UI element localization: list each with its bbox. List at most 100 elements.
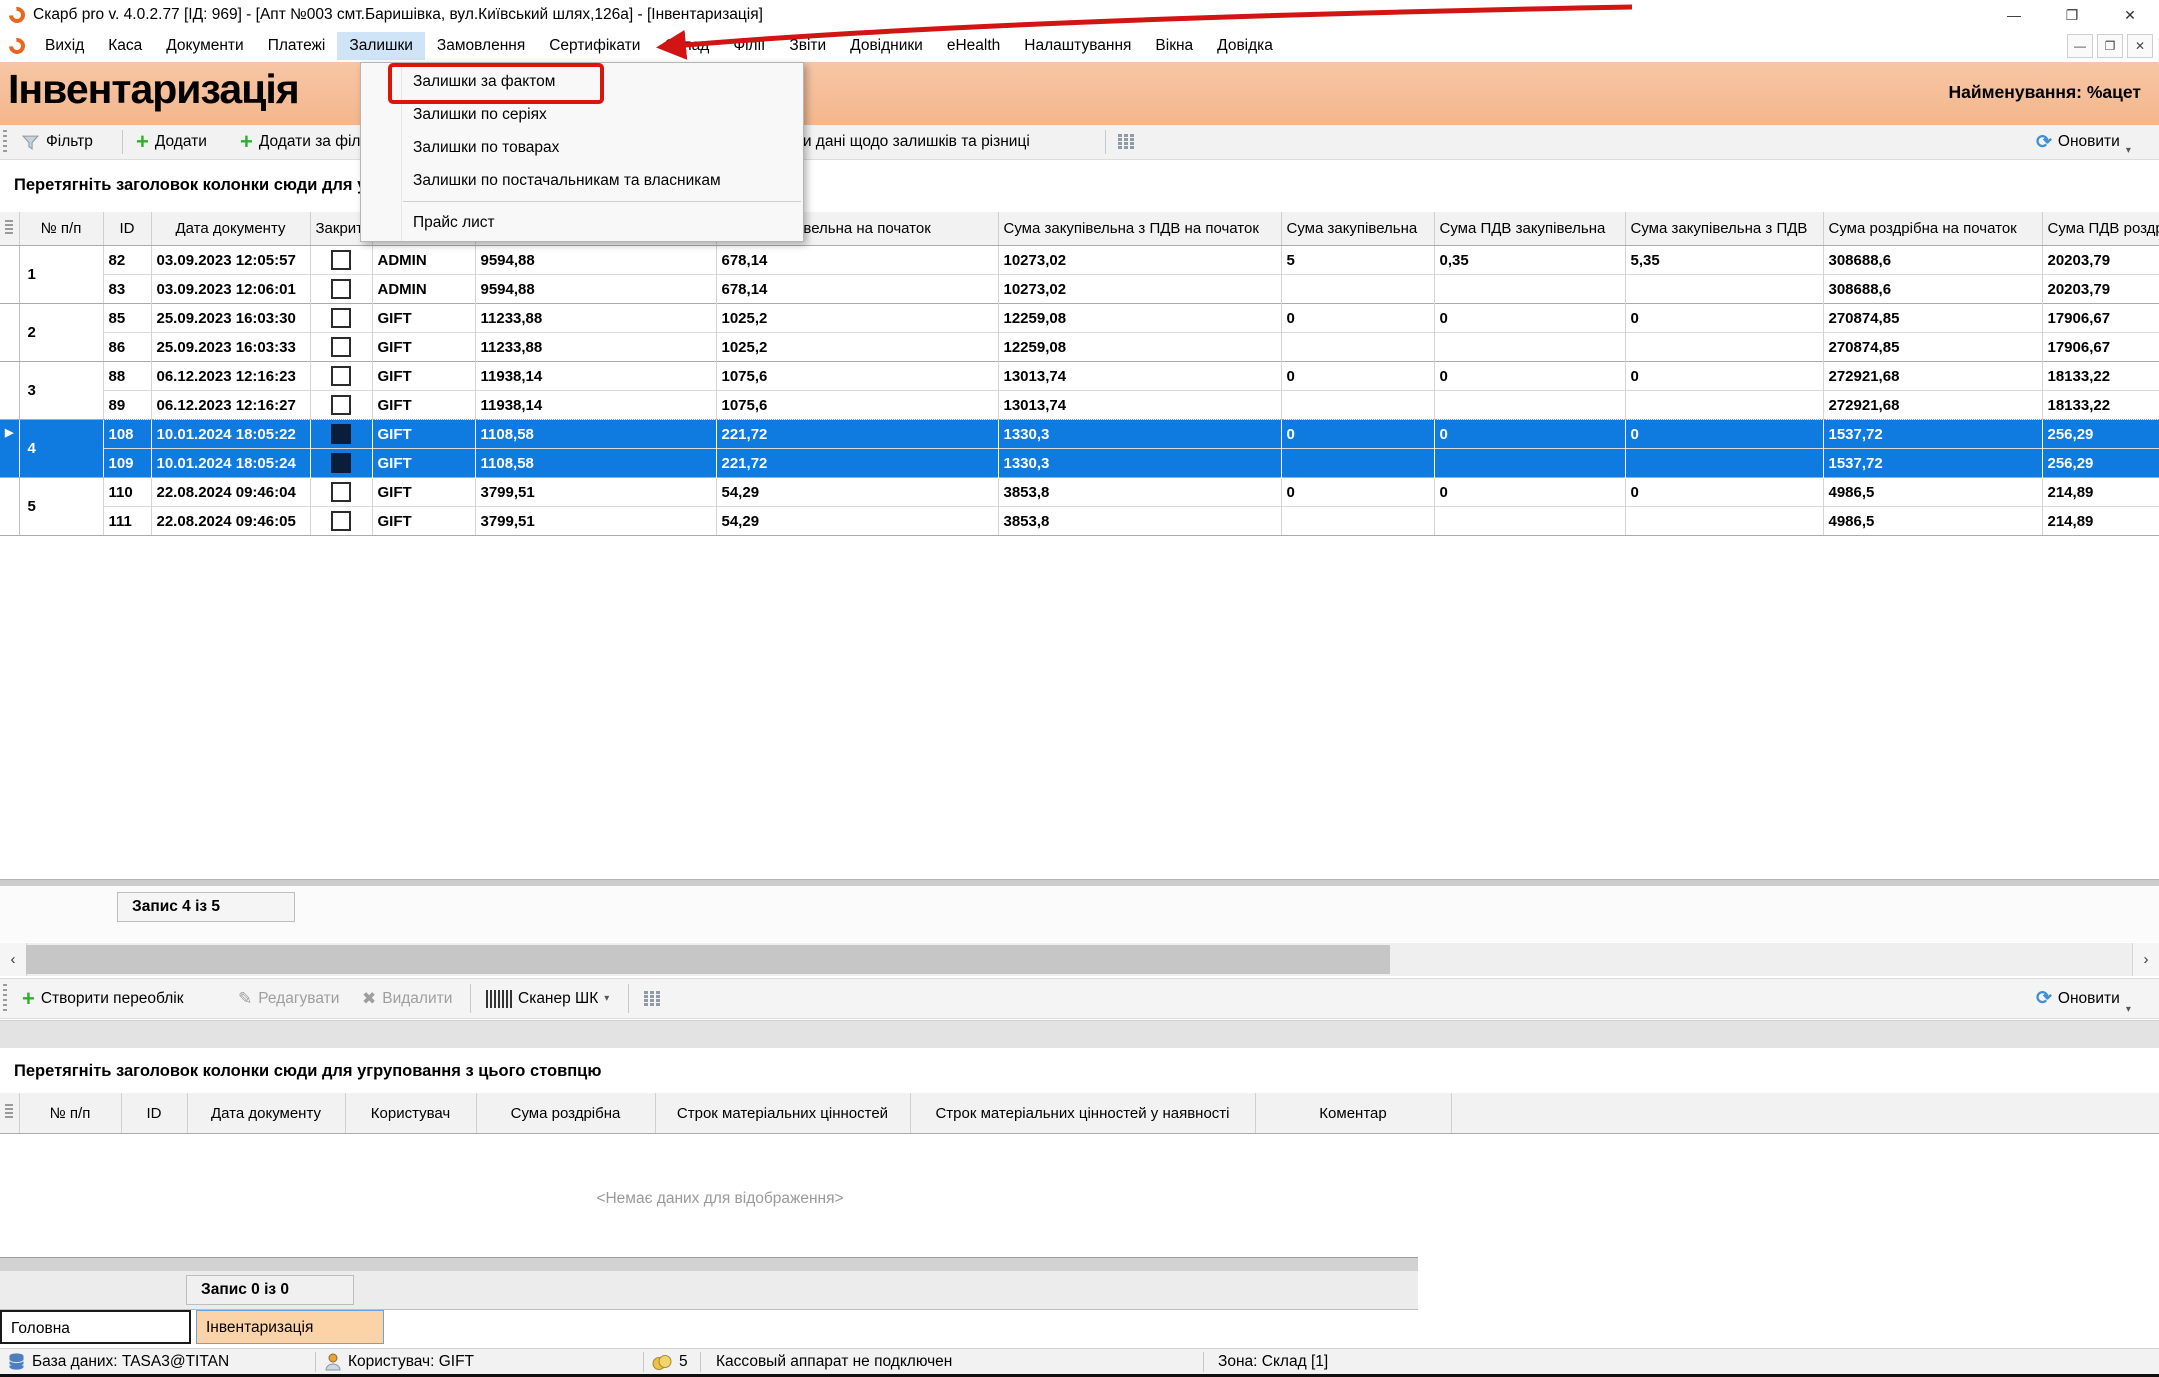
cell-value-8: 256,29 [2042, 449, 2159, 478]
column-header-8[interactable]: Сума закупівельна з ПДВ на початок [998, 212, 1281, 246]
table-row[interactable]: 11122.08.2024 09:46:05GIFT3799,5154,2938… [0, 507, 2159, 536]
cell-value-2: 678,14 [716, 275, 998, 304]
group-number-cell: 1 [19, 246, 103, 304]
close-checkbox[interactable] [331, 453, 351, 473]
refresh-button-bottom[interactable]: ⟳ Оновити ▾ [2036, 979, 2131, 1018]
close-checkbox[interactable] [331, 424, 351, 444]
menu-item-15[interactable]: Довідка [1205, 32, 1285, 60]
close-checkbox[interactable] [331, 511, 351, 531]
column-header-2[interactable]: ID [121, 1093, 187, 1134]
column-header-1[interactable]: № п/п [19, 1093, 121, 1134]
scrollbar-thumb[interactable] [26, 945, 1390, 974]
column-header-10[interactable]: Сума ПДВ закупівельна [1434, 212, 1625, 246]
column-header-indicator[interactable] [0, 212, 19, 246]
menu-item-12[interactable]: eHealth [935, 32, 1012, 60]
column-header-8[interactable]: Коментар [1255, 1093, 1451, 1134]
menu-item-6[interactable]: Замовлення [425, 32, 537, 60]
column-header-11[interactable]: Сума закупівельна з ПДВ [1625, 212, 1823, 246]
chevron-down-icon[interactable]: ▾ [604, 993, 609, 1004]
column-header-6[interactable]: Строк матеріальних цінностей [655, 1093, 910, 1134]
edit-button[interactable]: ✎ Редагувати [238, 979, 339, 1018]
cell-value-1: 1108,58 [475, 449, 716, 478]
inventory-table[interactable]: № п/пIDДата документуЗакритиСума закупів… [0, 212, 2159, 536]
barcode-scanner-button[interactable]: Сканер ШК ▾ [486, 979, 609, 1018]
cell-value-4: 0 [1281, 420, 1434, 449]
close-checkbox[interactable] [331, 250, 351, 270]
menu-item-14[interactable]: Вікна [1143, 32, 1205, 60]
horizontal-scrollbar-bottom[interactable] [0, 1257, 1418, 1272]
plus-icon: + [22, 989, 35, 1009]
table-row[interactable]: 28525.09.2023 16:03:30GIFT11233,881025,2… [0, 304, 2159, 333]
menu-item-11[interactable]: Довідники [838, 32, 935, 60]
table-row[interactable]: 8303.09.2023 12:06:01ADMIN9594,88678,141… [0, 275, 2159, 304]
column-header-2[interactable]: ID [103, 212, 151, 246]
column-header-9[interactable]: Сума закупівельна [1281, 212, 1434, 246]
chevron-down-icon[interactable]: ▾ [2126, 145, 2131, 156]
filter-button[interactable]: Фільтр [22, 125, 93, 159]
column-header-5[interactable]: Сума роздрібна [476, 1093, 655, 1134]
close-checkbox[interactable] [331, 395, 351, 415]
mdi-close-button[interactable]: ✕ [2127, 34, 2153, 58]
column-header-3[interactable]: Дата документу [151, 212, 310, 246]
table-row[interactable]: 8625.09.2023 16:03:33GIFT11233,881025,21… [0, 333, 2159, 362]
mdi-minimize-button[interactable]: — [2067, 34, 2093, 58]
cell-value-5 [1434, 449, 1625, 478]
minimize-button[interactable]: — [1985, 0, 2043, 30]
table-row[interactable]: 8906.12.2023 12:16:27GIFT11938,141075,61… [0, 391, 2159, 420]
table-row[interactable]: 511022.08.2024 09:46:04GIFT3799,5154,293… [0, 478, 2159, 507]
column-header-7[interactable]: Строк матеріальних цінностей у наявності [910, 1093, 1255, 1134]
menu-item-5[interactable]: Залишки [337, 32, 425, 60]
close-checkbox[interactable] [331, 279, 351, 299]
maximize-button[interactable]: ❐ [2043, 0, 2101, 30]
cell-value-6: 0 [1625, 362, 1823, 391]
column-header-13[interactable]: Сума ПДВ роздрібна [2042, 212, 2159, 246]
menu-item-4[interactable]: Платежі [256, 32, 338, 60]
dropdown-item-1[interactable]: Залишки за фактом [361, 65, 803, 98]
create-recount-button[interactable]: + Створити переоблік [22, 979, 184, 1018]
close-button[interactable]: ✕ [2101, 0, 2159, 30]
scroll-left-button[interactable]: ‹ [0, 943, 27, 976]
refresh-button-top[interactable]: ⟳ Оновити ▾ [2036, 125, 2131, 159]
delete-x-icon: ✖ [362, 989, 376, 1009]
recount-table[interactable]: № п/пIDДата документуКористувачСума розд… [0, 1093, 2159, 1134]
menu-item-10[interactable]: Звіти [777, 32, 838, 60]
close-checkbox[interactable] [331, 366, 351, 386]
cell-value-7: 4986,5 [1823, 478, 2042, 507]
table-row[interactable]: 38806.12.2023 12:16:23GIFT11938,141075,6… [0, 362, 2159, 391]
table-row[interactable]: 10910.01.2024 18:05:24GIFT1108,58221,721… [0, 449, 2159, 478]
tab-inventory[interactable]: Інвентаризація [196, 1310, 384, 1344]
column-chooser-button[interactable] [1118, 125, 1134, 159]
dropdown-item-5[interactable]: Прайс лист [361, 206, 803, 239]
close-checkbox[interactable] [331, 308, 351, 328]
cell-value-5 [1434, 333, 1625, 362]
mdi-restore-button[interactable]: ❐ [2097, 34, 2123, 58]
tab-home[interactable]: Головна [0, 1310, 191, 1344]
menu-item-8[interactable]: Склад [652, 32, 721, 60]
menu-item-9[interactable]: Філії [721, 32, 777, 60]
scroll-right-button[interactable]: › [2132, 943, 2159, 976]
menu-item-3[interactable]: Документи [154, 32, 255, 60]
funnel-icon [22, 134, 39, 151]
cell-user: GIFT [372, 391, 475, 420]
column-header-1[interactable]: № п/п [19, 212, 103, 246]
chevron-down-icon[interactable]: ▾ [2126, 1004, 2131, 1015]
delete-button[interactable]: ✖ Видалити [362, 979, 452, 1018]
table-row[interactable]: ▶410810.01.2024 18:05:22GIFT1108,58221,7… [0, 420, 2159, 449]
add-button[interactable]: + Додати [136, 125, 207, 159]
column-header-3[interactable]: Дата документу [187, 1093, 345, 1134]
table-row[interactable]: 18203.09.2023 12:05:57ADMIN9594,88678,14… [0, 246, 2159, 275]
close-checkbox[interactable] [331, 337, 351, 357]
menu-item-13[interactable]: Налаштування [1012, 32, 1143, 60]
close-checkbox[interactable] [331, 482, 351, 502]
dropdown-item-2[interactable]: Залишки по серіях [361, 98, 803, 131]
dropdown-item-4[interactable]: Залишки по постачальникам та власникам [361, 164, 803, 197]
column-chooser-button-2[interactable] [644, 979, 660, 1018]
menu-item-7[interactable]: Сертифікати [537, 32, 652, 60]
column-header-4[interactable]: Користувач [345, 1093, 476, 1134]
horizontal-scrollbar[interactable]: ‹ › [0, 943, 2159, 976]
menu-item-2[interactable]: Каса [96, 32, 154, 60]
column-header-12[interactable]: Сума роздрібна на початок [1823, 212, 2042, 246]
menu-item-1[interactable]: Вихід [33, 32, 96, 60]
cell-close-checkbox [310, 362, 372, 391]
dropdown-item-3[interactable]: Залишки по товарах [361, 131, 803, 164]
